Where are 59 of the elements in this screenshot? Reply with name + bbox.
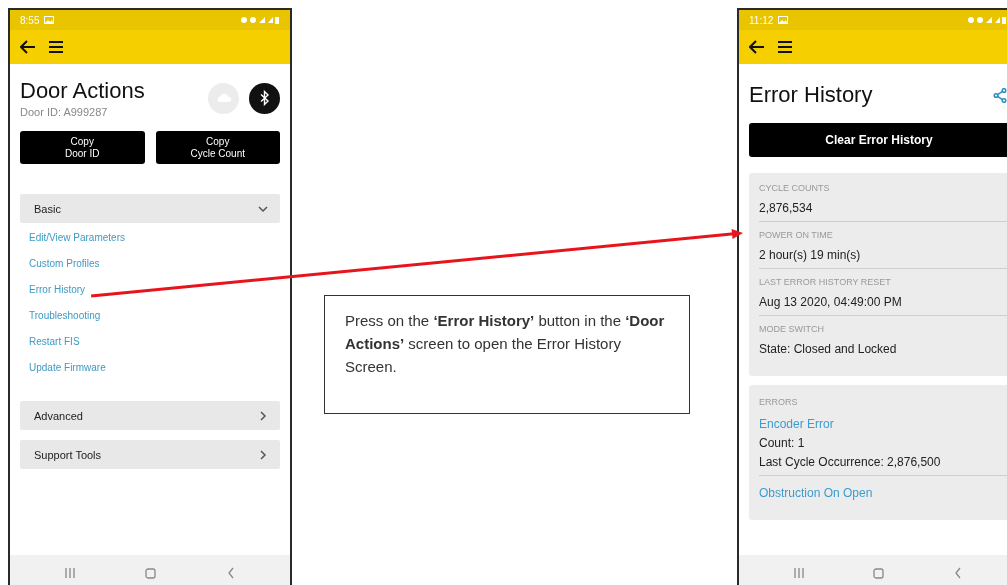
home-icon: [873, 567, 885, 579]
home-button[interactable]: [873, 567, 885, 579]
menu-link[interactable]: Update Firmware: [29, 361, 106, 387]
share-button[interactable]: [993, 87, 1007, 103]
field-value: State: Closed and Locked: [759, 342, 898, 356]
status-time: 11:12: [749, 14, 774, 26]
status-icons: [240, 16, 280, 24]
field-label: POWER ON TIME: [759, 230, 834, 240]
screen-title: Error History: [749, 82, 873, 108]
field-value: 2,876,534: [759, 201, 814, 215]
error-last-occurrence: Last Cycle Occurrence: 2,876,500: [759, 455, 942, 469]
menu-button[interactable]: [777, 39, 793, 55]
share-icon: [993, 87, 1007, 103]
status-icons: [967, 16, 1007, 24]
home-button[interactable]: [145, 567, 157, 579]
menu-link[interactable]: Troubleshooting: [29, 309, 101, 335]
door-id-text: Door ID: A999287: [20, 106, 109, 118]
status-time: 8:55: [20, 14, 40, 26]
field-label: LAST ERROR HISTORY RESET: [759, 277, 892, 287]
back-nav-icon: [226, 567, 235, 579]
menu-icon: [48, 39, 64, 55]
field-label: CYCLE COUNTS: [759, 183, 831, 193]
bluetooth-icon: [259, 90, 270, 106]
field-label: MODE SWITCH: [759, 324, 825, 334]
back-icon: [20, 39, 36, 55]
image-icon: [778, 16, 789, 24]
error-link[interactable]: Encoder Error: [759, 417, 834, 431]
instruction-text: Press on the ‘Error History’ button in the ‘Door Actions’ screen to open the Error History Screen.: [345, 311, 666, 377]
home-icon: [145, 567, 157, 579]
recent-apps-button[interactable]: [793, 568, 804, 578]
accordion-header[interactable]: Basic: [20, 194, 280, 223]
back-button[interactable]: [749, 39, 765, 55]
recent-apps-icon: [65, 568, 76, 578]
bluetooth-button[interactable]: [249, 82, 280, 114]
accordion-header[interactable]: Support Tools: [20, 440, 280, 469]
menu-link[interactable]: Edit/View Parameters: [29, 231, 125, 257]
section-heading: ERRORS: [759, 397, 799, 407]
back-nav-icon: [954, 567, 963, 579]
image-icon: [44, 16, 55, 24]
field-value: 2 hour(s) 19 min(s): [759, 248, 862, 262]
error-count: Count: 1: [759, 436, 806, 450]
menu-link[interactable]: Error History: [29, 283, 86, 309]
menu-button[interactable]: [48, 39, 64, 55]
error-link[interactable]: Obstruction On Open: [759, 486, 873, 500]
back-nav-button[interactable]: [226, 567, 235, 579]
clear-history-button[interactable]: Clear Error History: [749, 123, 1007, 157]
back-icon: [749, 39, 765, 55]
menu-icon: [777, 39, 793, 55]
screen-title: Door Actions: [20, 78, 146, 104]
copy-button[interactable]: Copy Door ID: [20, 131, 145, 164]
accordion-header[interactable]: Advanced: [20, 401, 280, 430]
back-button[interactable]: [20, 39, 36, 55]
back-nav-button[interactable]: [954, 567, 963, 579]
field-value: Aug 13 2020, 04:49:00 PM: [759, 295, 903, 309]
menu-link[interactable]: Custom Profiles: [29, 257, 100, 283]
copy-button[interactable]: Copy Cycle Count: [155, 131, 280, 164]
recent-apps-icon: [793, 568, 804, 578]
recent-apps-button[interactable]: [65, 568, 76, 578]
menu-link[interactable]: Restart FIS: [29, 335, 80, 361]
